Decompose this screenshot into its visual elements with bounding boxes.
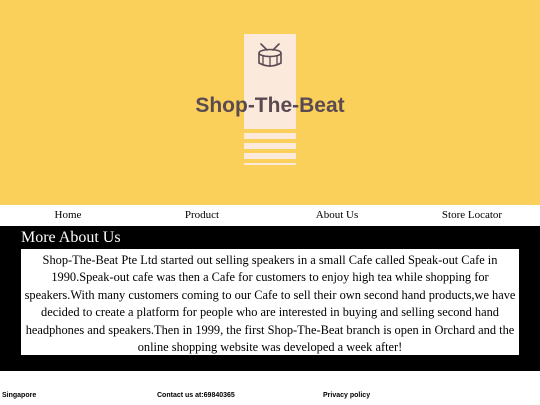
footer-location: Singapore bbox=[2, 392, 37, 399]
brand-logo-text: Shop-The-Beat bbox=[195, 94, 345, 117]
about-section: More About Us Shop-The-Beat Pte Ltd star… bbox=[0, 226, 540, 371]
hero-banner: Shop-The-Beat bbox=[0, 0, 540, 205]
about-text-box: Shop-The-Beat Pte Ltd started out sellin… bbox=[21, 249, 519, 355]
nav-home-link[interactable]: Home bbox=[55, 209, 82, 221]
drum-icon bbox=[258, 43, 282, 67]
about-heading: More About Us bbox=[21, 229, 121, 246]
nav-about-link[interactable]: About Us bbox=[316, 209, 358, 221]
footer-contact: Contact us at:69840365 bbox=[157, 392, 235, 399]
nav-store-locator-link[interactable]: Store Locator bbox=[442, 209, 502, 221]
logo-stripes bbox=[244, 129, 296, 169]
footer-privacy-link[interactable]: Privacy policy bbox=[323, 392, 370, 399]
main-nav: Home Product About Us Store Locator bbox=[0, 206, 540, 226]
footer: Singapore Contact us at:69840365 Privacy… bbox=[0, 372, 540, 405]
nav-product-link[interactable]: Product bbox=[185, 209, 219, 221]
